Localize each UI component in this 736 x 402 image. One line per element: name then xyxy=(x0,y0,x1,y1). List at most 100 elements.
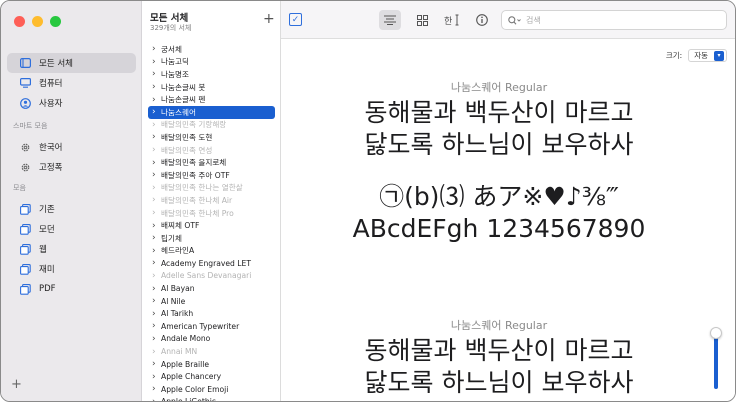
preview-text-line: 닳도록 하느님이 보우하사 xyxy=(364,368,634,397)
disclosure-chevron-icon[interactable]: › xyxy=(152,145,161,155)
font-family-row[interactable]: › 나눔스퀘어 xyxy=(148,105,275,119)
disclosure-chevron-icon[interactable]: › xyxy=(152,69,161,79)
collection-icon xyxy=(19,243,31,255)
font-family-row[interactable]: › Annai MN xyxy=(142,345,281,358)
disclosure-chevron-icon[interactable]: › xyxy=(152,258,161,268)
search-field[interactable]: 검색 xyxy=(501,10,727,30)
disclosure-chevron-icon[interactable]: › xyxy=(152,158,161,168)
size-slider-track[interactable] xyxy=(714,335,718,389)
validate-checkbox-button[interactable]: ✓ xyxy=(289,13,302,26)
disclosure-chevron-icon[interactable]: › xyxy=(152,170,161,180)
search-input[interactable]: 검색 xyxy=(526,15,541,26)
sidebar-item-fun[interactable]: 재미 xyxy=(7,259,136,279)
disclosure-chevron-icon[interactable]: › xyxy=(152,95,161,105)
disclosure-chevron-icon[interactable]: › xyxy=(152,321,161,331)
disclosure-chevron-icon[interactable]: › xyxy=(152,44,161,54)
sidebar-item-computer[interactable]: 컴퓨터 xyxy=(7,73,136,93)
font-family-row[interactable]: › 배찌체 OTF xyxy=(142,219,281,232)
font-family-name: 나눔스퀘어 xyxy=(161,107,196,117)
disclosure-chevron-icon[interactable]: › xyxy=(152,384,161,394)
font-family-row[interactable]: › 배달의민족 연성 xyxy=(142,144,281,157)
font-family-row[interactable]: › 나눔손글씨 펜 xyxy=(142,93,281,106)
font-family-row[interactable]: › Al Nile xyxy=(142,295,281,308)
minimize-window-button[interactable] xyxy=(32,16,43,27)
sample-view-button[interactable] xyxy=(379,10,401,30)
zoom-window-button[interactable] xyxy=(50,16,61,27)
add-collection-button[interactable]: + xyxy=(11,377,22,392)
sidebar-item-pdf[interactable]: PDF xyxy=(7,279,136,299)
font-family-row[interactable]: › 팁기체 xyxy=(142,232,281,245)
close-window-button[interactable] xyxy=(14,16,25,27)
preview-font-name: 나눔스퀘어 Regular xyxy=(450,81,548,94)
font-family-row[interactable]: › Adelle Sans Devanagari xyxy=(142,270,281,283)
disclosure-chevron-icon[interactable]: › xyxy=(152,347,161,357)
svg-text:한: 한 xyxy=(444,16,452,26)
disclosure-chevron-icon[interactable]: › xyxy=(152,82,161,92)
font-family-row[interactable]: › 배달의민족 기랑해랑 xyxy=(142,119,281,132)
font-family-row[interactable]: › Al Bayan xyxy=(142,282,281,295)
font-family-row[interactable]: › 나눔손글씨 붓 xyxy=(142,81,281,94)
disclosure-chevron-icon[interactable]: › xyxy=(152,208,161,218)
sidebar-item-korean[interactable]: 한국어 xyxy=(7,137,136,157)
font-family-row[interactable]: › American Typewriter xyxy=(142,320,281,333)
font-family-row[interactable]: › 배달의민족 을지로체 xyxy=(142,156,281,169)
disclosure-chevron-icon[interactable]: › xyxy=(152,284,161,294)
font-family-row[interactable]: › 헤드라인A xyxy=(142,245,281,258)
disclosure-chevron-icon[interactable]: › xyxy=(152,183,161,193)
size-slider-handle[interactable] xyxy=(710,327,722,339)
preview-text-line: 동해물과 백두산이 마르고 xyxy=(364,98,634,127)
font-family-name: 헤드라인A xyxy=(161,246,195,256)
disclosure-chevron-icon[interactable]: › xyxy=(152,359,161,369)
disclosure-chevron-icon[interactable]: › xyxy=(152,372,161,382)
sidebar-item-all-fonts[interactable]: 모든 서체 xyxy=(7,53,136,73)
size-select[interactable]: 자동 ▾ xyxy=(688,49,727,62)
font-family-name: Al Tarikh xyxy=(161,309,194,319)
sidebar-item-classic[interactable]: 기존 xyxy=(7,199,136,219)
font-family-name: Al Bayan xyxy=(161,284,195,294)
font-family-name: 배달의민족 한나체 Pro xyxy=(161,208,234,218)
font-family-row[interactable]: › 배달의민족 한나체 Air xyxy=(142,194,281,207)
font-list: › 궁서체 › 나눔고딕 › 나눔명조 › 나눔손글씨 붓 › 나눔손글씨 펜 › 나눔스퀘어 › 배달의… xyxy=(142,43,281,401)
disclosure-chevron-icon[interactable]: › xyxy=(152,233,161,243)
font-family-row[interactable]: › Apple Braille xyxy=(142,358,281,371)
sidebar-item-label: 기존 xyxy=(39,205,55,215)
sidebar-item-web[interactable]: 웹 xyxy=(7,239,136,259)
disclosure-chevron-icon[interactable]: › xyxy=(152,120,161,130)
disclosure-chevron-icon[interactable]: › xyxy=(152,296,161,306)
info-button[interactable] xyxy=(471,10,493,30)
disclosure-chevron-icon[interactable]: › xyxy=(152,195,161,205)
collections-heading: 모음 xyxy=(13,184,26,192)
font-family-name: 배달의민족 을지로체 xyxy=(161,158,227,168)
disclosure-chevron-icon[interactable]: › xyxy=(152,132,161,142)
font-family-row[interactable]: › 배달의민족 도현 xyxy=(142,131,281,144)
disclosure-chevron-icon[interactable]: › xyxy=(152,107,161,117)
font-family-row[interactable]: › 배달의민족 한나체 Pro xyxy=(142,207,281,220)
font-family-row[interactable]: › 궁서체 xyxy=(142,43,281,56)
sidebar-item-monospace[interactable]: 고정폭 xyxy=(7,157,136,177)
font-family-row[interactable]: › Apple LiGothic xyxy=(142,396,281,401)
font-family-row[interactable]: › 나눔고딕 xyxy=(142,56,281,69)
font-family-row[interactable]: › Apple Color Emoji xyxy=(142,383,281,396)
font-family-row[interactable]: › Andale Mono xyxy=(142,333,281,346)
font-family-row[interactable]: › Al Tarikh xyxy=(142,307,281,320)
disclosure-chevron-icon[interactable]: › xyxy=(152,397,161,401)
window-controls xyxy=(14,16,61,27)
sidebar-item-modern[interactable]: 모던 xyxy=(7,219,136,239)
font-family-row[interactable]: › 배달의민족 주아 OTF xyxy=(142,169,281,182)
sidebar-item-label: 고정폭 xyxy=(39,163,63,173)
disclosure-chevron-icon[interactable]: › xyxy=(152,271,161,281)
disclosure-chevron-icon[interactable]: › xyxy=(152,309,161,319)
sidebar-item-user[interactable]: 사용자 xyxy=(7,93,136,113)
grid-view-button[interactable] xyxy=(411,10,433,30)
add-font-button[interactable]: + xyxy=(263,11,275,27)
character-view-button[interactable]: 한 xyxy=(441,10,463,30)
font-family-row[interactable]: › 나눔명조 xyxy=(142,68,281,81)
disclosure-chevron-icon[interactable]: › xyxy=(152,221,161,231)
font-book-icon xyxy=(19,57,31,69)
font-family-row[interactable]: › Academy Engraved LET xyxy=(142,257,281,270)
font-family-row[interactable]: › 배달의민족 한나는 열한살 xyxy=(142,182,281,195)
disclosure-chevron-icon[interactable]: › xyxy=(152,334,161,344)
disclosure-chevron-icon[interactable]: › xyxy=(152,57,161,67)
font-family-row[interactable]: › Apple Chancery xyxy=(142,370,281,383)
disclosure-chevron-icon[interactable]: › xyxy=(152,246,161,256)
